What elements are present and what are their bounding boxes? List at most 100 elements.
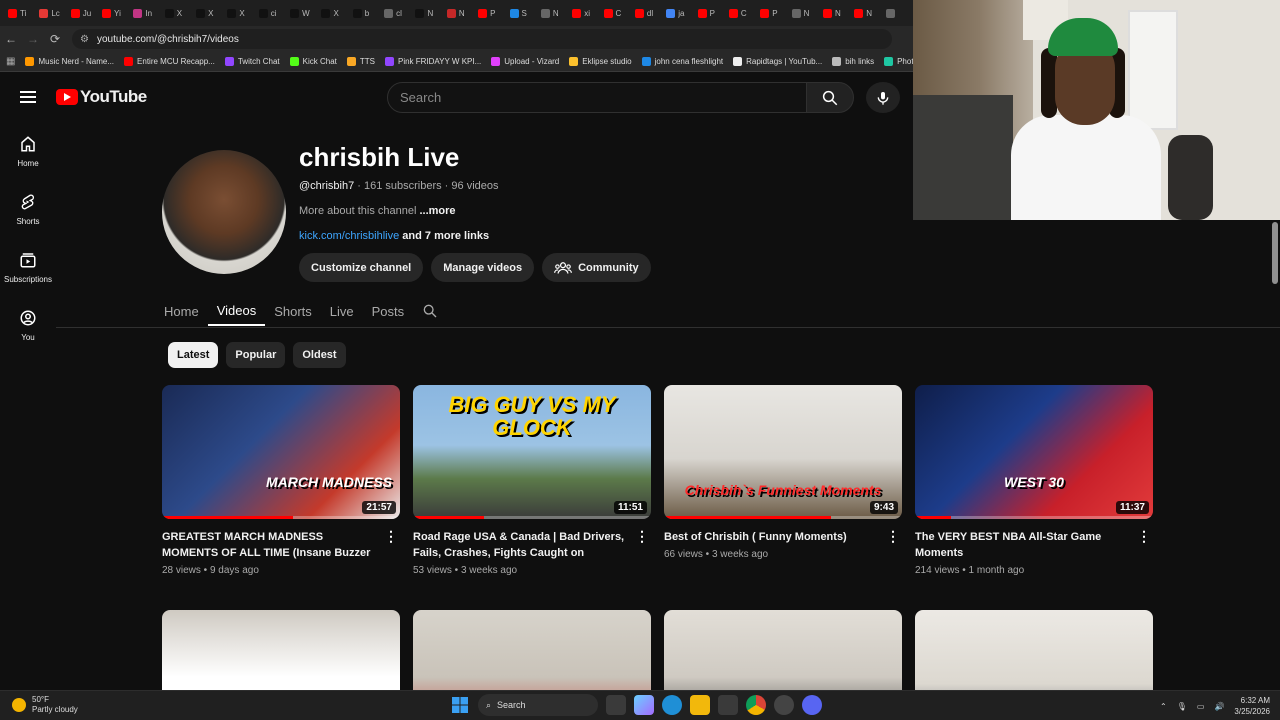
bookmark-item[interactable]: Photopea	[884, 57, 913, 66]
start-icon[interactable]	[450, 695, 470, 715]
video-card[interactable]	[915, 610, 1153, 690]
browser-tab[interactable]: N	[850, 2, 881, 24]
search-input[interactable]: Search	[387, 82, 807, 113]
browser-tab[interactable]: X	[161, 2, 192, 24]
url-input[interactable]: ⚙ youtube.com/@chrisbih7/videos	[72, 29, 892, 49]
clock[interactable]: 6:32 AM 3/25/2026	[1234, 695, 1270, 717]
browser-tab[interactable]: X	[223, 2, 254, 24]
discord-icon[interactable]	[802, 695, 822, 715]
browser-tab[interactable]: X	[317, 2, 348, 24]
bookmark-item[interactable]: Kick Chat	[289, 57, 337, 66]
video-thumbnail[interactable]: MARCH MADNESS 21:57	[162, 385, 400, 519]
browser-tab[interactable]: C	[725, 2, 756, 24]
tab-home[interactable]: Home	[164, 296, 208, 326]
video-card[interactable]: WEST 30 11:37 The VERY BEST NBA All-Star G…	[915, 385, 1153, 576]
bookmark-item[interactable]: Entire MCU Recapp...	[124, 57, 215, 66]
browser-tab[interactable]: Ju	[67, 2, 98, 24]
browser-tab[interactable]	[882, 2, 913, 24]
video-thumbnail[interactable]	[664, 610, 902, 690]
bookmark-item[interactable]: TTS	[346, 57, 375, 66]
back-icon[interactable]: ←	[0, 32, 22, 46]
tab-live[interactable]: Live	[321, 296, 363, 326]
channel-search-button[interactable]	[413, 296, 447, 326]
bookmark-item[interactable]: Pink FRIDAYY W KPI...	[384, 57, 481, 66]
youtube-logo[interactable]: YouTube	[56, 87, 147, 107]
browser-tab[interactable]: b	[349, 2, 380, 24]
reload-icon[interactable]: ⟳	[44, 32, 66, 46]
channel-about[interactable]: More about this channel ...more	[299, 205, 456, 217]
bookmark-item[interactable]: Eklipse studio	[569, 57, 632, 66]
video-title[interactable]: The VERY BEST NBA All-Star Game Moments	[915, 529, 1131, 561]
browser-tab[interactable]: ja	[662, 2, 693, 24]
video-title[interactable]: Best of Chrisbih ( Funny Moments)	[664, 529, 880, 545]
more-actions-icon[interactable]: ⋮	[1137, 529, 1151, 543]
video-card[interactable]	[162, 610, 400, 690]
browser-tab[interactable]: N	[819, 2, 850, 24]
file-explorer-icon[interactable]	[690, 695, 710, 715]
browser-tab[interactable]: Ti	[4, 2, 35, 24]
bookmark-item[interactable]: Twitch Chat	[224, 57, 280, 66]
store-icon[interactable]	[718, 695, 738, 715]
guide-item-you[interactable]: You	[0, 296, 56, 354]
browser-tab[interactable]: S	[506, 2, 537, 24]
guide-item-subscriptions[interactable]: Subscriptions	[0, 238, 56, 296]
video-card[interactable]: Chrisbih`s Funniest Moments 9:43 Best of C…	[664, 385, 902, 576]
video-title[interactable]: Road Rage USA & Canada | Bad Drivers, Fa…	[413, 529, 629, 561]
video-card[interactable]: BIG GUY VS MY GLOCK 11:51 Road Rage USA & …	[413, 385, 651, 576]
video-card[interactable]: ATLANTA	[413, 610, 651, 690]
search-button[interactable]	[806, 82, 854, 113]
bookmark-item[interactable]: Rapidtags | YouTub...	[733, 57, 822, 66]
chip-popular[interactable]: Popular	[226, 342, 286, 368]
video-title[interactable]: GREATEST MARCH MADNESS MOMENTS OF ALL TI…	[162, 529, 378, 561]
customize-channel-button[interactable]: Customize channel	[299, 253, 424, 282]
apps-icon[interactable]: ▦	[6, 56, 15, 67]
video-thumbnail[interactable]: BIG GUY VS MY GLOCK 11:51	[413, 385, 651, 519]
browser-tab[interactable]: In	[129, 2, 160, 24]
browser-tab[interactable]: xi	[568, 2, 599, 24]
video-card[interactable]	[664, 610, 902, 690]
browser-tab[interactable]: Lc	[35, 2, 66, 24]
site-info-icon[interactable]: ⚙	[80, 34, 89, 45]
chip-oldest[interactable]: Oldest	[293, 342, 346, 368]
scrollbar-thumb[interactable]	[1272, 222, 1278, 284]
video-thumbnail[interactable]: WEST 30 11:37	[915, 385, 1153, 519]
video-thumbnail[interactable]	[162, 610, 400, 690]
weather-widget[interactable]: 50°F Partly cloudy	[12, 695, 78, 715]
obs-icon[interactable]	[774, 695, 794, 715]
kick-link[interactable]: kick.com/chrisbihlive	[299, 230, 399, 242]
microphone-icon[interactable]: 🎙	[1177, 702, 1187, 711]
edge-icon[interactable]	[662, 695, 682, 715]
voice-search-button[interactable]	[866, 82, 900, 113]
more-actions-icon[interactable]: ⋮	[635, 529, 649, 543]
more-links[interactable]: and 7 more links	[399, 230, 489, 242]
more-actions-icon[interactable]: ⋮	[384, 529, 398, 543]
browser-tab[interactable]: N	[411, 2, 442, 24]
browser-tab[interactable]: dl	[631, 2, 662, 24]
video-card[interactable]: MARCH MADNESS 21:57 GREATEST MARCH MADNESS…	[162, 385, 400, 576]
video-thumbnail[interactable]: Chrisbih`s Funniest Moments 9:43	[664, 385, 902, 519]
browser-tab[interactable]: P	[694, 2, 725, 24]
tab-shorts[interactable]: Shorts	[265, 296, 321, 326]
volume-icon[interactable]: 🔊	[1214, 702, 1224, 711]
bookmark-item[interactable]: bih links	[832, 57, 874, 66]
video-thumbnail[interactable]: ATLANTA	[413, 610, 651, 690]
browser-tab[interactable]: Yi	[98, 2, 129, 24]
menu-icon[interactable]	[20, 91, 36, 103]
channel-avatar[interactable]	[162, 150, 286, 274]
taskbar-search[interactable]: ⌕ Search	[478, 694, 598, 716]
community-button[interactable]: Community	[542, 253, 651, 282]
browser-tab[interactable]: cl	[380, 2, 411, 24]
more-link[interactable]: ...more	[419, 205, 455, 217]
browser-tab[interactable]: C	[600, 2, 631, 24]
video-thumbnail[interactable]	[915, 610, 1153, 690]
browser-tab[interactable]: N	[788, 2, 819, 24]
forward-icon[interactable]: →	[22, 32, 44, 46]
network-icon[interactable]: ▭	[1197, 702, 1205, 711]
browser-tab[interactable]: P	[756, 2, 787, 24]
task-view-icon[interactable]	[606, 695, 626, 715]
browser-tab[interactable]: N	[537, 2, 568, 24]
chevron-up-icon[interactable]: ⌃	[1160, 702, 1167, 711]
chip-latest[interactable]: Latest	[168, 342, 219, 368]
browser-tab[interactable]: ci	[255, 2, 286, 24]
guide-item-shorts[interactable]: Shorts	[0, 180, 56, 238]
